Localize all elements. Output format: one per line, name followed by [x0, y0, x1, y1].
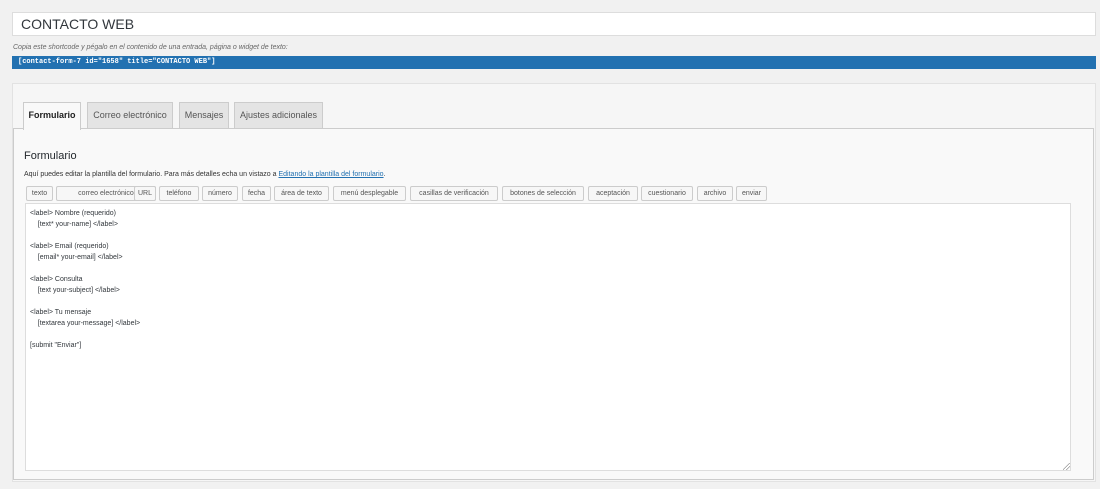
tag-button-botones-de-seleccion[interactable]: botones de selección [502, 186, 584, 201]
shortcode-field[interactable]: [contact-form-7 id="1658" title="CONTACT… [12, 56, 1096, 69]
form-title-input[interactable]: CONTACTO WEB [12, 12, 1096, 36]
tab-mensajes[interactable]: Mensajes [179, 102, 229, 129]
tag-button-fecha[interactable]: fecha [242, 186, 271, 201]
tab-formulario[interactable]: Formulario [23, 102, 81, 130]
tab-correo-electronico[interactable]: Correo electrónico [87, 102, 173, 129]
tag-button-aceptacion[interactable]: aceptación [588, 186, 638, 201]
resize-handle-icon[interactable] [1063, 463, 1070, 470]
tag-button-texto[interactable]: texto [26, 186, 53, 201]
form-template-editor[interactable]: <label> Nombre (requerido) [text* your-n… [25, 203, 1071, 471]
section-title: Formulario [24, 150, 77, 162]
tag-button-area-de-texto[interactable]: área de texto [274, 186, 329, 201]
tag-button-menu-desplegable[interactable]: menú desplegable [333, 186, 406, 201]
tag-button-url[interactable]: URL [134, 186, 156, 201]
editing-template-link[interactable]: Editando la plantilla del formulario [278, 171, 383, 178]
tag-button-numero[interactable]: número [202, 186, 238, 201]
shortcode-hint: Copia este shortcode y pégalo en el cont… [13, 44, 288, 51]
tab-ajustes-adicionales[interactable]: Ajustes adicionales [234, 102, 323, 129]
tag-button-telefono[interactable]: teléfono [159, 186, 199, 201]
tag-button-cuestionario[interactable]: cuestionario [641, 186, 693, 201]
section-description: Aquí puedes editar la plantilla del form… [24, 171, 386, 178]
tag-button-enviar[interactable]: enviar [736, 186, 767, 201]
tag-button-archivo[interactable]: archivo [697, 186, 733, 201]
tag-button-casillas-de-verificacion[interactable]: casillas de verificación [410, 186, 498, 201]
